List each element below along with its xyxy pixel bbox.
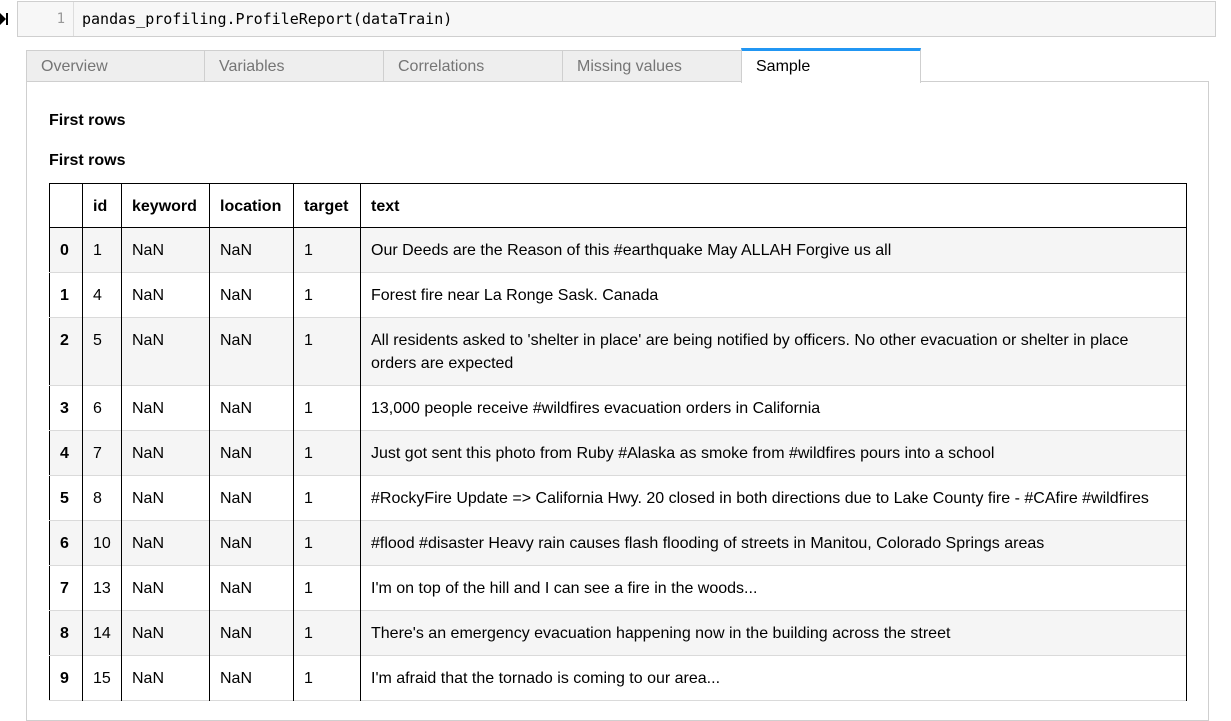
- table-row: 6 10 NaN NaN 1 #flood #disaster Heavy ra…: [49, 520, 1187, 566]
- code-line[interactable]: pandas_profiling.ProfileReport(dataTrain…: [82, 2, 452, 36]
- cell-text: #RockyFire Update => California Hwy. 20 …: [360, 475, 1187, 521]
- cell-target: 1: [293, 385, 361, 431]
- table-row: 3 6 NaN NaN 1 13,000 people receive #wil…: [49, 385, 1187, 431]
- cell-location: NaN: [209, 430, 294, 476]
- table-row: 5 8 NaN NaN 1 #RockyFire Update => Calif…: [49, 475, 1187, 521]
- cell-keyword: NaN: [121, 565, 210, 611]
- code-cell[interactable]: 1 pandas_profiling.ProfileReport(dataTra…: [17, 1, 1216, 37]
- line-number: 1: [18, 2, 74, 36]
- cell-id: 1: [82, 227, 122, 273]
- cell-target: 1: [293, 655, 361, 701]
- cell-text: Just got sent this photo from Ruby #Alas…: [360, 430, 1187, 476]
- table-row: 8 14 NaN NaN 1 There's an emergency evac…: [49, 610, 1187, 656]
- cell-location: NaN: [209, 520, 294, 566]
- row-index: 7: [49, 565, 83, 611]
- header-location: location: [209, 183, 294, 228]
- row-index: 5: [49, 475, 83, 521]
- header-index: [49, 183, 83, 228]
- cell-id: 4: [82, 272, 122, 318]
- cell-target: 1: [293, 317, 361, 386]
- cell-text: 13,000 people receive #wildfires evacuat…: [360, 385, 1187, 431]
- tab-missing-values[interactable]: Missing values: [562, 50, 742, 82]
- cell-keyword: NaN: [121, 610, 210, 656]
- cell-text: #flood #disaster Heavy rain causes flash…: [360, 520, 1187, 566]
- table-row: 4 7 NaN NaN 1 Just got sent this photo f…: [49, 430, 1187, 476]
- cell-id: 14: [82, 610, 122, 656]
- cell-target: 1: [293, 565, 361, 611]
- cell-id: 13: [82, 565, 122, 611]
- header-target: target: [293, 183, 361, 228]
- cell-id: 7: [82, 430, 122, 476]
- run-cell-icon[interactable]: [0, 12, 8, 26]
- table-heading: First rows: [49, 152, 126, 169]
- table-row: 7 13 NaN NaN 1 I'm on top of the hill an…: [49, 565, 1187, 611]
- row-index: 1: [49, 272, 83, 318]
- cell-text: Our Deeds are the Reason of this #earthq…: [360, 227, 1187, 273]
- profile-report-output: Overview Variables Correlations Missing …: [26, 48, 1209, 721]
- row-index: 2: [49, 317, 83, 386]
- tab-sample[interactable]: Sample: [741, 48, 921, 83]
- cell-location: NaN: [209, 475, 294, 521]
- cell-id: 15: [82, 655, 122, 701]
- cell-id: 5: [82, 317, 122, 386]
- sample-panel: First rows First rows id keyword locatio…: [26, 81, 1209, 721]
- tab-overview[interactable]: Overview: [26, 50, 205, 82]
- cell-location: NaN: [209, 655, 294, 701]
- cell-keyword: NaN: [121, 272, 210, 318]
- cell-target: 1: [293, 610, 361, 656]
- cell-keyword: NaN: [121, 317, 210, 386]
- row-index: 6: [49, 520, 83, 566]
- cell-id: 6: [82, 385, 122, 431]
- cell-target: 1: [293, 272, 361, 318]
- header-text: text: [360, 183, 1187, 228]
- cell-text: I'm afraid that the tornado is coming to…: [360, 655, 1187, 701]
- report-tabs: Overview Variables Correlations Missing …: [26, 48, 1209, 83]
- tab-variables[interactable]: Variables: [204, 50, 384, 82]
- sample-table: id keyword location target text 0 1 NaN …: [49, 183, 1187, 701]
- cell-keyword: NaN: [121, 227, 210, 273]
- cell-keyword: NaN: [121, 430, 210, 476]
- cell-target: 1: [293, 430, 361, 476]
- section-heading: First rows: [49, 112, 126, 129]
- row-index: 8: [49, 610, 83, 656]
- header-id: id: [82, 183, 122, 228]
- cell-location: NaN: [209, 227, 294, 273]
- cell-target: 1: [293, 227, 361, 273]
- cell-keyword: NaN: [121, 655, 210, 701]
- table-row: 1 4 NaN NaN 1 Forest fire near La Ronge …: [49, 272, 1187, 318]
- table-row: 2 5 NaN NaN 1 All residents asked to 'sh…: [49, 317, 1187, 386]
- cell-location: NaN: [209, 565, 294, 611]
- cell-keyword: NaN: [121, 520, 210, 566]
- cell-location: NaN: [209, 385, 294, 431]
- row-index: 3: [49, 385, 83, 431]
- cell-location: NaN: [209, 317, 294, 386]
- cell-location: NaN: [209, 610, 294, 656]
- tab-correlations[interactable]: Correlations: [383, 50, 563, 82]
- header-keyword: keyword: [121, 183, 210, 228]
- cell-target: 1: [293, 520, 361, 566]
- table-row: 9 15 NaN NaN 1 I'm afraid that the torna…: [49, 655, 1187, 701]
- cell-id: 10: [82, 520, 122, 566]
- cell-text: There's an emergency evacuation happenin…: [360, 610, 1187, 656]
- cell-text: Forest fire near La Ronge Sask. Canada: [360, 272, 1187, 318]
- cell-keyword: NaN: [121, 385, 210, 431]
- table-header-row: id keyword location target text: [49, 183, 1187, 228]
- cell-id: 8: [82, 475, 122, 521]
- cell-location: NaN: [209, 272, 294, 318]
- cell-target: 1: [293, 475, 361, 521]
- cell-text: I'm on top of the hill and I can see a f…: [360, 565, 1187, 611]
- cell-keyword: NaN: [121, 475, 210, 521]
- cell-text: All residents asked to 'shelter in place…: [360, 317, 1187, 386]
- row-index: 9: [49, 655, 83, 701]
- table-row: 0 1 NaN NaN 1 Our Deeds are the Reason o…: [49, 227, 1187, 273]
- row-index: 4: [49, 430, 83, 476]
- row-index: 0: [49, 227, 83, 273]
